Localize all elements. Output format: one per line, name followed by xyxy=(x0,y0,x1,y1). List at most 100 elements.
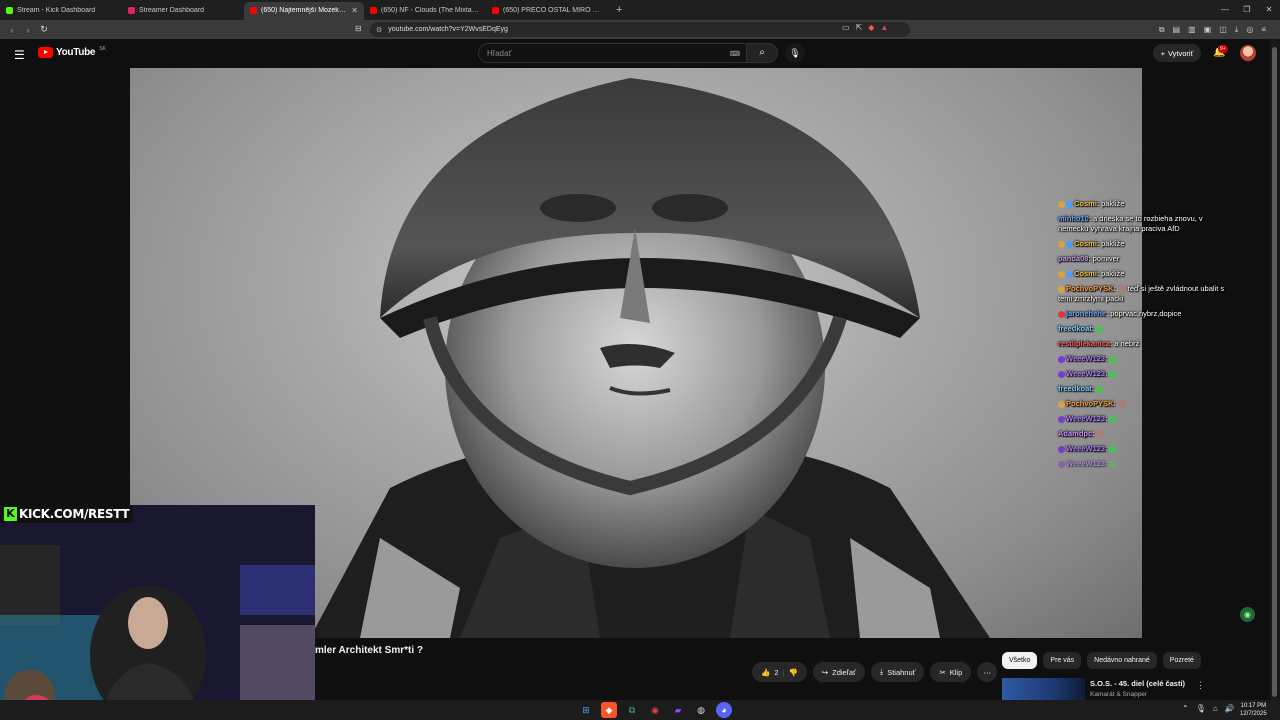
vpn-icon[interactable]: ◫ xyxy=(1219,25,1227,34)
reading-list-icon[interactable]: ▤ xyxy=(1173,25,1181,34)
recommendation-title[interactable]: S.O.S. - 45. diel (celé časti) xyxy=(1090,679,1185,688)
webcam-overlay xyxy=(0,505,315,720)
downloads-icon[interactable]: ⤓ xyxy=(1235,25,1239,35)
youtube-logo[interactable]: YouTube SK xyxy=(38,46,106,58)
back-icon[interactable]: ‹ xyxy=(4,25,20,35)
badge-icon xyxy=(1058,370,1065,378)
browser-tab[interactable]: Streamer Dashboard xyxy=(122,2,244,20)
share-icon[interactable]: ⇱ xyxy=(856,23,863,32)
browser-toolbar: ‹ › ↻ ⊟ ⚙ youtube.com/watch?v=Y2WvsEDqEy… xyxy=(0,20,1280,39)
chip-watched[interactable]: Pozreté xyxy=(1162,652,1201,669)
wallet-icon[interactable]: ▣ xyxy=(1204,25,1212,34)
reload-icon[interactable]: ↻ xyxy=(36,24,52,35)
search-button[interactable]: ⌕ xyxy=(746,43,778,63)
more-icon: ⋯ xyxy=(983,667,992,677)
emote-icon xyxy=(1109,370,1117,378)
search-input[interactable]: Hľadať ⌨ xyxy=(478,43,746,63)
cast-icon[interactable]: ▭ xyxy=(842,23,850,32)
kick-url: KICK.COM/RESTT xyxy=(19,507,130,521)
share-label: Zdieľať xyxy=(832,667,856,677)
browser-tab[interactable]: (650) NF - Clouds (The Mixtape) - Yo xyxy=(364,2,486,20)
chat-nick: panda08 xyxy=(1058,254,1089,263)
country-code: SK xyxy=(99,46,106,52)
chat-message: WeeeW123: xyxy=(1058,459,1228,469)
tray-chevron-icon[interactable]: ⌃ xyxy=(1182,704,1189,713)
bookmark-icon[interactable]: ⊟ xyxy=(355,24,362,33)
divider: | xyxy=(782,667,785,677)
extensions-icon[interactable]: ⧉ xyxy=(1159,25,1165,35)
page-scrollbar[interactable] xyxy=(1270,39,1280,700)
extensions-area: ⧉ ▤ ▥ ▣ ◫ ⤓ ◎ ≡ xyxy=(1159,20,1266,39)
menu-icon[interactable]: ≡ xyxy=(1261,25,1266,34)
dislike-icon[interactable]: 👎 xyxy=(788,668,797,677)
share-button[interactable]: ↪ Zdieľať xyxy=(812,662,865,682)
create-label: Vytvoriť xyxy=(1167,48,1194,58)
discord-icon[interactable]: ◕ xyxy=(716,702,732,718)
chip-all[interactable]: Všetko xyxy=(1002,652,1038,669)
badge-icon xyxy=(1066,240,1073,248)
brave-shield-icon[interactable]: ◆ xyxy=(868,23,874,32)
like-icon[interactable]: 👍 xyxy=(761,668,770,677)
maximize-icon[interactable]: ❐ xyxy=(1236,0,1258,20)
terminal-icon[interactable]: ⧉ xyxy=(624,702,640,718)
sidebar-icon[interactable]: ▥ xyxy=(1188,25,1196,34)
recommendation-menu-icon[interactable]: ⋮ xyxy=(1196,680,1205,691)
address-bar[interactable]: ⚙ youtube.com/watch?v=Y2WvsEDqEyg xyxy=(370,22,910,37)
guide-menu-icon[interactable]: ☰ xyxy=(14,48,25,62)
youtube-play-icon xyxy=(38,47,53,58)
chat-message: panda08: pomiver xyxy=(1058,254,1120,263)
chip-recently-uploaded[interactable]: Nedávno nahrané xyxy=(1087,652,1157,669)
forward-icon[interactable]: › xyxy=(20,25,36,35)
badge-icon xyxy=(1058,445,1065,453)
chat-message: WeeeW123: xyxy=(1058,444,1228,454)
close-window-icon[interactable]: ✕ xyxy=(1258,0,1280,20)
system-tray: ⌃ 🎙 ⌂ 🔊 xyxy=(1182,704,1235,713)
network-icon[interactable]: ⌂ xyxy=(1213,704,1218,713)
avatar[interactable] xyxy=(1240,45,1256,61)
youtube-masthead: ☰ YouTube SK Hľadať ⌨ ⌕ 🎙 +Vytvoriť 🔔 9+ xyxy=(0,39,1270,68)
windows-start-icon[interactable]: ⊞ xyxy=(578,702,594,718)
chat-message: Adamdpc: xyxy=(1058,429,1228,439)
chat-message: WeeeW123: xyxy=(1058,369,1228,379)
download-icon: ⤓ xyxy=(879,667,884,676)
recommendation-thumbnail[interactable] xyxy=(1002,678,1085,700)
browser-tab[interactable]: (650) PREČO OSTAL MIRO POLONA xyxy=(486,2,608,20)
new-tab-button[interactable]: + xyxy=(608,4,630,16)
obs-icon[interactable]: ◍ xyxy=(693,702,709,718)
brave-rewards-icon[interactable]: ▲ xyxy=(880,23,888,32)
search-placeholder: Hľadať xyxy=(487,49,512,58)
like-dislike-button[interactable]: 👍 2 | 👎 xyxy=(752,662,807,682)
clip-label: Klip xyxy=(949,667,963,677)
chat-message: PochvoPYSK: teď si ještě zvládnout ubali… xyxy=(1058,284,1225,303)
taskbar-clock[interactable]: 10:17 PM 12/7/2025 xyxy=(1240,702,1267,718)
emote-icon xyxy=(1096,430,1105,439)
download-button[interactable]: ⤓ Stiahnuť xyxy=(870,662,925,682)
emote-icon xyxy=(1109,355,1117,363)
scrollbar-thumb[interactable] xyxy=(1272,47,1277,697)
leo-icon[interactable]: ◎ xyxy=(1246,25,1253,34)
site-info-icon[interactable]: ⚙ xyxy=(376,26,382,34)
tab-close-icon[interactable]: ✕ xyxy=(351,6,358,15)
browser-tab[interactable]: Stream - Kick Dashboard xyxy=(0,2,122,20)
volume-icon[interactable]: 🔊 xyxy=(1225,704,1235,713)
voice-search-button[interactable]: 🎙 xyxy=(785,43,805,63)
emote-icon xyxy=(1109,415,1117,423)
video-title: mler Architekt Smr*ti ? xyxy=(315,645,423,656)
keyboard-icon[interactable]: ⌨ xyxy=(730,50,740,58)
download-label: Stiahnuť xyxy=(887,667,916,677)
chat-nick: minho10 xyxy=(1058,214,1089,223)
chip-for-you[interactable]: Pre vás xyxy=(1043,652,1082,669)
create-button[interactable]: + Vytvoriť xyxy=(1153,44,1201,62)
chat-message: WeeeW123: xyxy=(1058,414,1228,424)
chrome-icon[interactable]: ◉ xyxy=(647,702,663,718)
more-actions-button[interactable]: ⋯ xyxy=(977,662,998,682)
chat-nick: PochvoPYSK xyxy=(1066,399,1114,408)
dashboard-favicon-icon xyxy=(128,7,135,14)
minimize-icon[interactable]: — xyxy=(1214,0,1236,20)
microphone-tray-icon[interactable]: 🎙 xyxy=(1196,704,1206,713)
twitch-icon[interactable]: ▰ xyxy=(670,702,686,718)
brave-browser-icon[interactable]: ◆ xyxy=(601,702,617,718)
clip-button[interactable]: ✂ Klip xyxy=(930,662,972,682)
browser-tab-active[interactable]: (650) Najtemnější Mozek Na ✕ xyxy=(244,1,364,20)
chat-message: minho10: a dneska se to rozbieha znovu, … xyxy=(1058,214,1203,233)
